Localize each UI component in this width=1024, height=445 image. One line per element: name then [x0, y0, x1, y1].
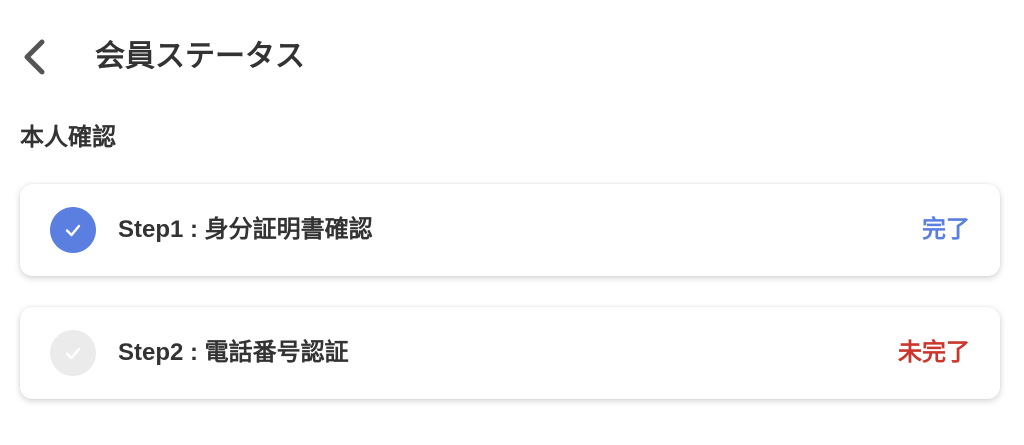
page-title: 会員ステータス: [95, 40, 305, 73]
step-label: Step1 : 身分証明書確認: [118, 216, 373, 243]
app-header: 会員ステータス: [0, 0, 1024, 110]
step-status-badge: 完了: [922, 216, 970, 243]
step-card-2[interactable]: Step2 : 電話番号認証 未完了: [20, 307, 1000, 399]
check-icon: [65, 347, 81, 360]
step-status-badge: 未完了: [898, 339, 970, 366]
step-label: Step2 : 電話番号認証: [118, 339, 349, 366]
step-card-1[interactable]: Step1 : 身分証明書確認 完了: [20, 184, 1000, 276]
check-circle-icon: [50, 207, 96, 253]
back-button[interactable]: [16, 36, 52, 78]
section-title: 本人確認: [20, 124, 116, 151]
check-icon: [65, 224, 81, 237]
chevron-left-icon: [24, 39, 45, 75]
check-circle-icon: [50, 330, 96, 376]
